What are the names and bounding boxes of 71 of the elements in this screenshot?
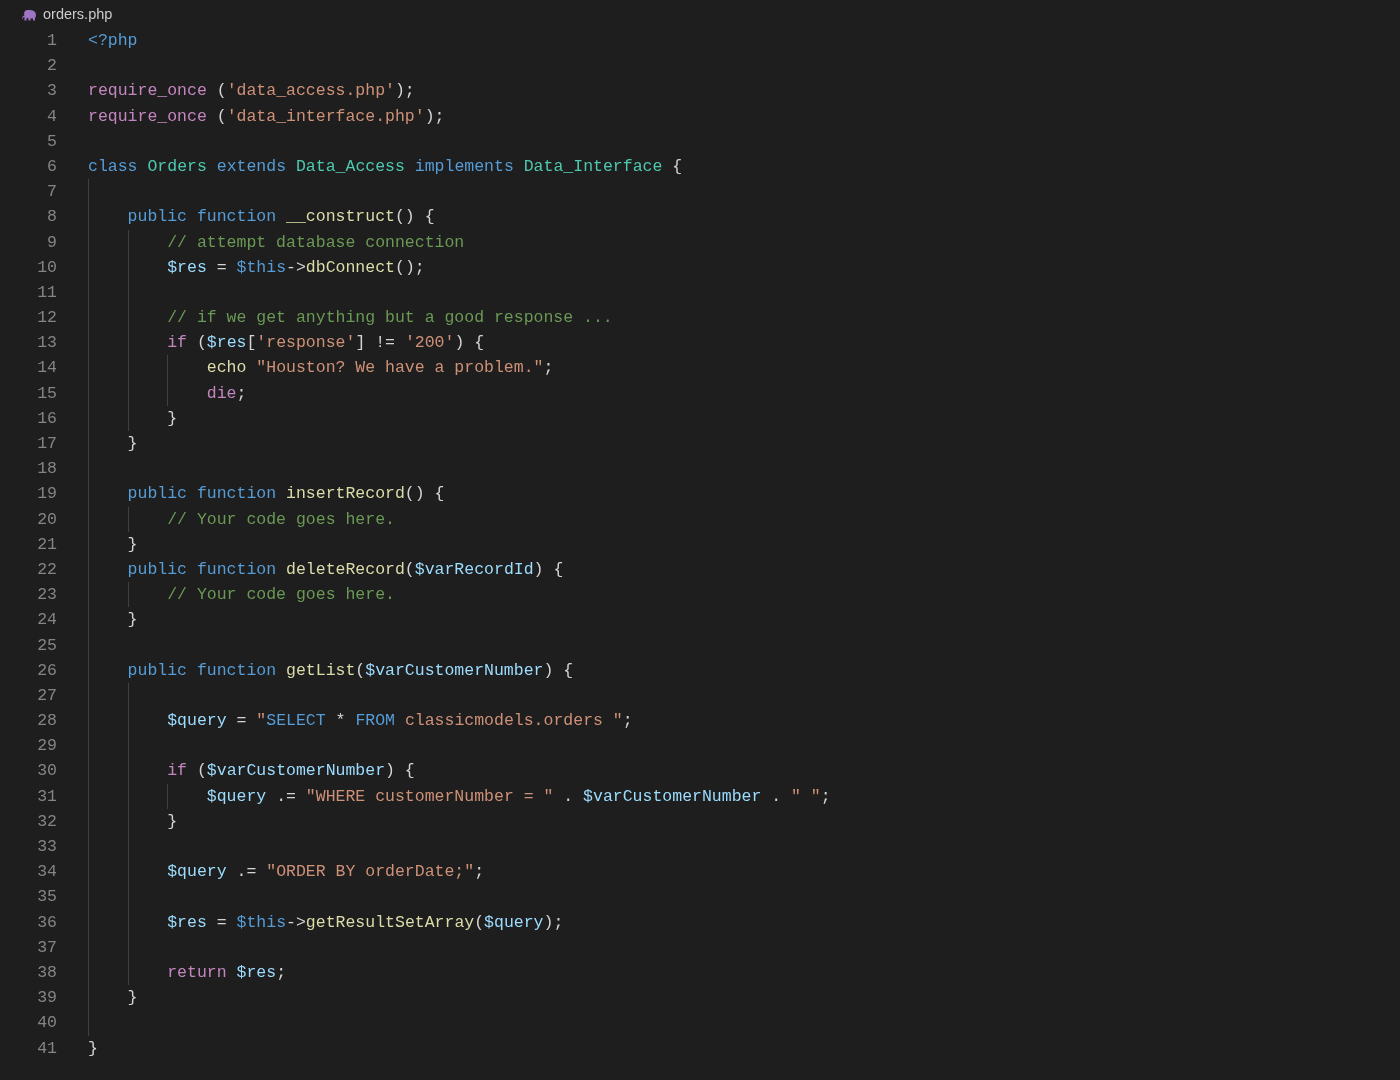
line-number: 2	[46, 55, 57, 78]
elephant-icon	[22, 9, 37, 21]
line-number: 7	[46, 181, 57, 204]
line-number: 11	[36, 281, 57, 304]
line-number: 8	[46, 206, 57, 229]
code-line: require_once ('data_access.php');	[88, 80, 415, 103]
line-number: 29	[36, 735, 57, 758]
line-number: 39	[36, 987, 57, 1010]
line-number: 23	[36, 584, 57, 607]
line-number: 18	[36, 458, 57, 481]
line-number: 34	[36, 861, 57, 884]
code-line: class Orders extends Data_Access implements Data_Interface {	[88, 155, 683, 178]
code-line: if ($res['response'] != '200') {	[167, 332, 485, 355]
code-line: $query .= "ORDER BY orderDate;";	[167, 861, 485, 884]
line-number: 38	[36, 961, 57, 984]
code-line: }	[127, 433, 138, 455]
line-number: 35	[36, 886, 57, 909]
line-number: 1	[46, 30, 57, 52]
line-number: 26	[36, 659, 57, 682]
code-line: $res = $this->dbConnect();	[167, 256, 425, 279]
line-number: 21	[36, 533, 57, 556]
code-line: die;	[206, 382, 247, 405]
line-number: 31	[36, 785, 57, 808]
line-number: 9	[46, 231, 57, 254]
code-line: $query .= "WHERE customerNumber = " . $varCustomerNumber . " ";	[206, 785, 831, 808]
line-number: 32	[36, 810, 57, 833]
code-line: }	[127, 609, 138, 632]
line-number: 13	[36, 332, 57, 355]
code-line: }	[127, 533, 138, 556]
line-number: 17	[36, 433, 57, 455]
line-number: 40	[36, 1012, 57, 1035]
line-number: 36	[36, 911, 57, 934]
line-number: 12	[36, 307, 57, 330]
code-line: public function deleteRecord($varRecordId) {	[127, 558, 564, 581]
code-line: public function insertRecord() {	[127, 483, 445, 506]
code-line: // if we get anything but a good response ...	[167, 307, 613, 330]
line-number: 6	[46, 155, 57, 178]
code-line: // Your code goes here.	[167, 584, 395, 607]
line-number: 33	[36, 836, 57, 858]
line-number: 15	[36, 382, 57, 405]
code-line: }	[167, 810, 178, 833]
line-number: 10	[36, 256, 57, 279]
line-number: 4	[46, 105, 57, 128]
code-line: // Your code goes here.	[167, 508, 395, 531]
line-number: 30	[36, 760, 57, 783]
code-line: $res = $this->getResultSetArray($query);	[167, 911, 564, 934]
code-line: $query = "SELECT * FROM classicmodels.orders ";	[167, 710, 633, 733]
line-number: 25	[36, 634, 57, 657]
code-line: require_once ('data_interface.php');	[88, 105, 445, 128]
line-number: 22	[36, 558, 57, 581]
code-line: echo "Houston? We have a problem.";	[206, 357, 554, 380]
line-number: 20	[36, 508, 57, 531]
code-line: <?php	[88, 30, 138, 52]
line-number: 3	[46, 80, 57, 103]
code-line: }	[127, 987, 138, 1010]
line-number: 16	[36, 407, 57, 430]
code-line: }	[88, 1037, 98, 1060]
line-number: 41	[36, 1037, 57, 1060]
line-number: 5	[46, 130, 57, 153]
code-line: public function getList($varCustomerNumber) {	[127, 659, 574, 682]
code-line: if ($varCustomerNumber) {	[167, 760, 415, 783]
line-number: 27	[36, 684, 57, 707]
line-number: 14	[36, 357, 57, 380]
line-number: 37	[36, 936, 57, 959]
code-line: }	[167, 407, 178, 430]
code-line: return $res;	[167, 961, 287, 984]
line-number: 24	[36, 609, 57, 632]
line-number: 19	[36, 483, 57, 506]
code-line: public function __construct() {	[127, 206, 435, 229]
code-line: // attempt database connection	[167, 231, 465, 254]
line-number: 28	[36, 710, 57, 733]
